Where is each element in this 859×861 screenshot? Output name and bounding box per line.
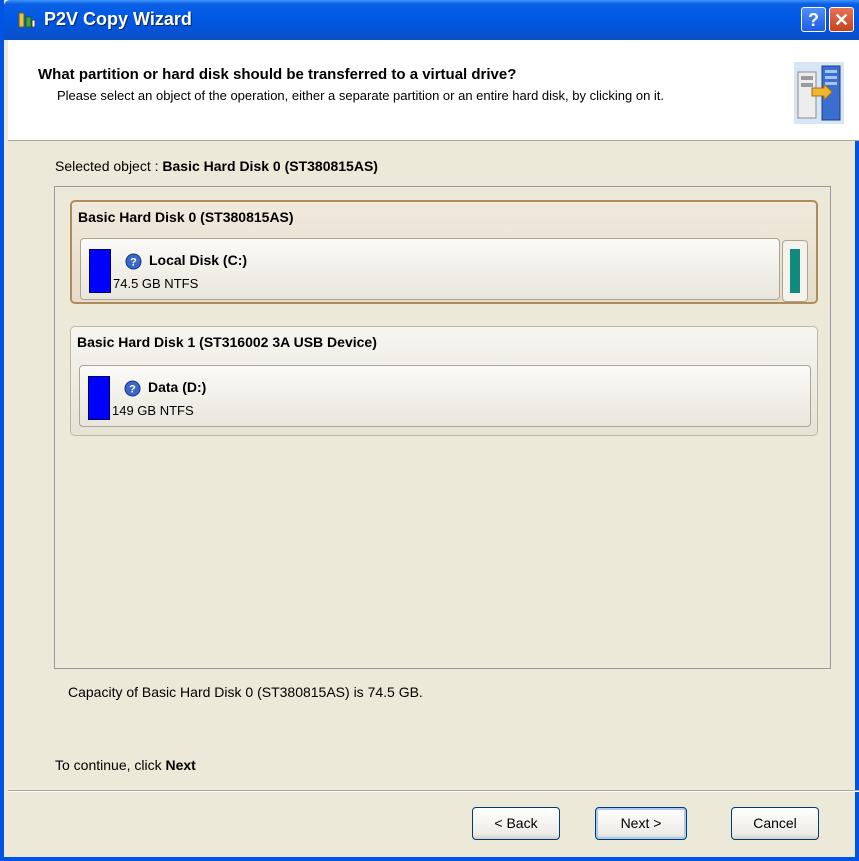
selected-object-line: Selected object : Basic Hard Disk 0 (ST3… <box>55 158 378 174</box>
wizard-window: P2V Copy Wizard ? ✕ What partition or ha… <box>0 0 859 861</box>
partition-usage-bar <box>89 249 111 293</box>
title-bar[interactable]: P2V Copy Wizard ? ✕ <box>4 0 859 40</box>
disk-title: Basic Hard Disk 1 (ST316002 3A USB Devic… <box>77 334 377 350</box>
selected-object-label: Selected object : <box>55 158 159 174</box>
disk-0[interactable]: Basic Hard Disk 0 (ST380815AS) ? Local D… <box>70 200 818 304</box>
selected-object-value: Basic Hard Disk 0 (ST380815AS) <box>162 158 378 174</box>
unallocated-space[interactable] <box>782 240 808 302</box>
help-button[interactable]: ? <box>801 7 826 32</box>
question-disk-icon: ? <box>124 380 141 397</box>
disk-title: Basic Hard Disk 0 (ST380815AS) <box>78 209 294 225</box>
svg-text:?: ? <box>129 384 136 396</box>
svg-text:?: ? <box>130 257 137 269</box>
page-title: What partition or hard disk should be tr… <box>38 66 517 83</box>
page-description: Please select an object of the operation… <box>57 88 665 103</box>
unallocated-bar <box>790 249 800 293</box>
capacity-text: Capacity of Basic Hard Disk 0 (ST380815A… <box>68 684 423 700</box>
window-title: P2V Copy Wizard <box>44 9 192 29</box>
partition-usage-bar <box>88 376 110 420</box>
question-disk-icon: ? <box>125 253 142 270</box>
cancel-button[interactable]: Cancel <box>731 807 819 840</box>
close-button[interactable]: ✕ <box>829 7 854 32</box>
partition-size: 74.5 GB NTFS <box>113 276 199 291</box>
wizard-header: What partition or hard disk should be tr… <box>8 40 859 141</box>
next-button[interactable]: Next > <box>595 807 687 840</box>
partition-name: Local Disk (C:) <box>149 252 248 268</box>
partition-name: Data (D:) <box>148 379 207 395</box>
continue-next-word: Next <box>165 757 196 773</box>
disk-1[interactable]: Basic Hard Disk 1 (ST316002 3A USB Devic… <box>70 326 818 436</box>
back-button[interactable]: < Back <box>472 807 560 840</box>
continue-prefix: To continue, click <box>55 757 162 773</box>
partition-size: 149 GB NTFS <box>112 403 194 418</box>
partition-d[interactable]: ? Data (D:) 149 GB NTFS <box>79 365 811 427</box>
server-migration-icon <box>794 62 844 124</box>
disk-list: Basic Hard Disk 0 (ST380815AS) ? Local D… <box>54 186 831 669</box>
continue-instruction: To continue, click Next <box>55 757 196 773</box>
button-divider <box>8 790 859 792</box>
p2v-wizard-icon <box>18 12 36 28</box>
partition-c[interactable]: ? Local Disk (C:) 74.5 GB NTFS <box>80 238 780 300</box>
